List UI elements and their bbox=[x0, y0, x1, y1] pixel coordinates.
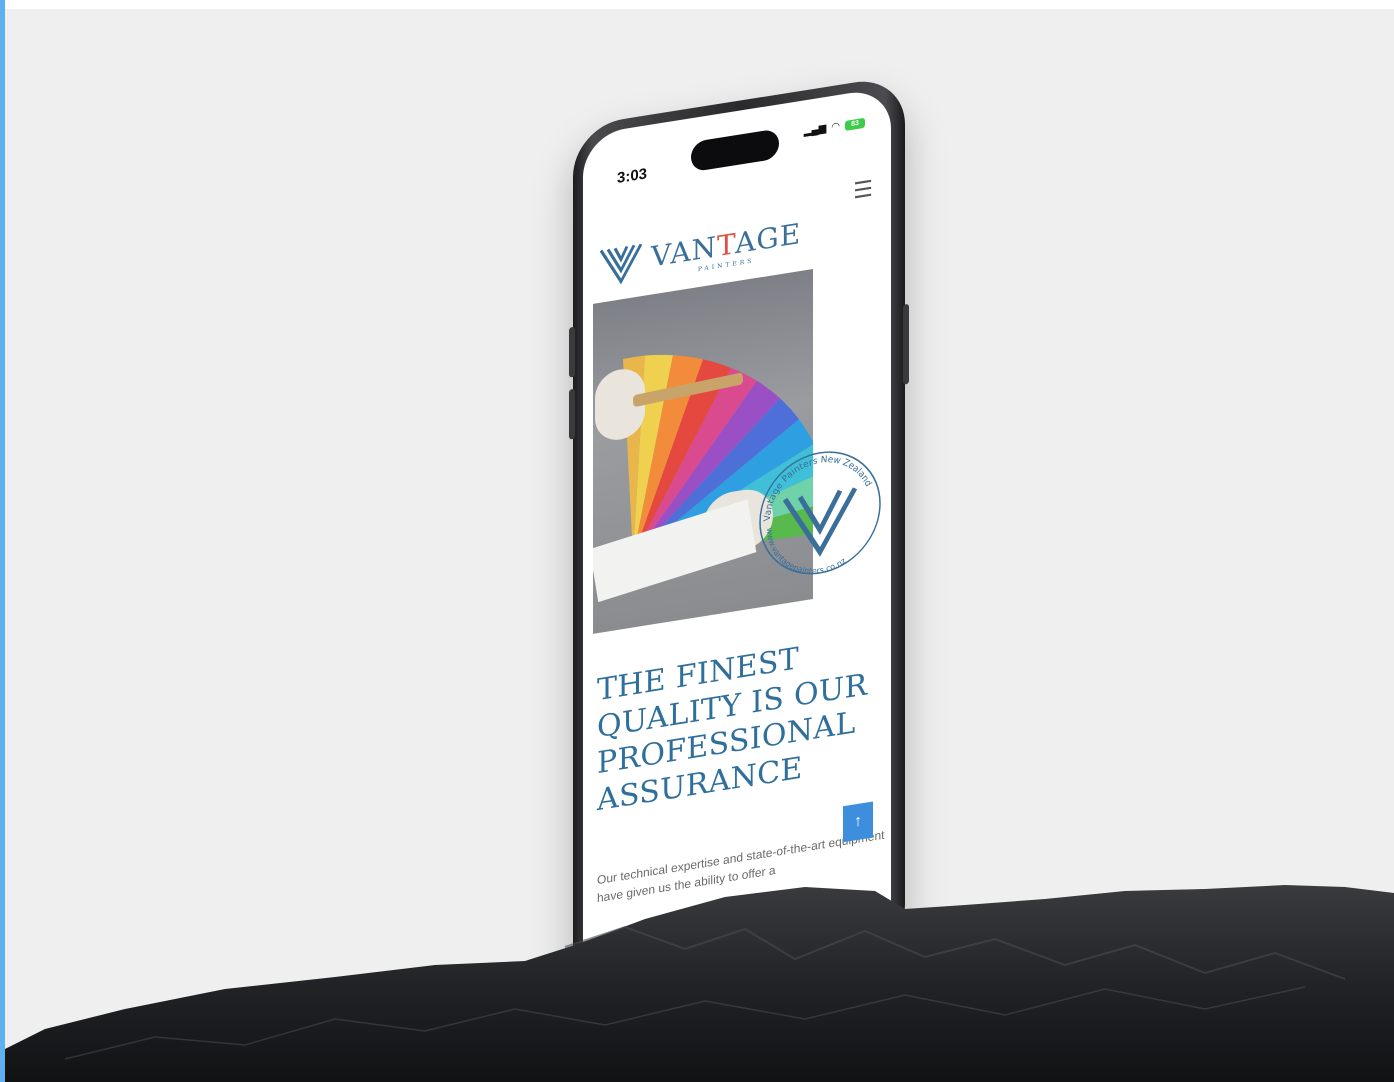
phone-screen: 3:03 ▂▄▆ ◠ 83 ☰ VANTAGE PAINTERS Vantage… bbox=[583, 86, 891, 996]
circular-stamp-logo: Vantage Painters New Zealand www.vantage… bbox=[759, 447, 881, 584]
wifi-icon: ◠ bbox=[831, 120, 840, 134]
volume-down-button bbox=[569, 388, 575, 440]
power-button bbox=[903, 303, 909, 385]
back-to-top-button[interactable]: ↑ bbox=[843, 801, 873, 843]
top-edge-strip bbox=[5, 0, 1394, 9]
hamburger-menu-icon[interactable]: ☰ bbox=[853, 175, 873, 204]
dark-rock-surface bbox=[5, 885, 1394, 1082]
status-time: 3:03 bbox=[617, 165, 648, 188]
mockup-stage: 3:03 ▂▄▆ ◠ 83 ☰ VANTAGE PAINTERS Vantage… bbox=[5, 9, 1394, 1082]
arrow-up-icon: ↑ bbox=[854, 812, 862, 831]
dynamic-island bbox=[691, 128, 779, 173]
phone-mockup: 3:03 ▂▄▆ ◠ 83 ☰ VANTAGE PAINTERS Vantage… bbox=[569, 74, 909, 1007]
brand-accent-letter: T bbox=[717, 227, 736, 264]
battery-icon: 83 bbox=[845, 117, 865, 131]
logo-wordmark: VANTAGE PAINTERS bbox=[651, 217, 801, 281]
status-indicators: ▂▄▆ ◠ 83 bbox=[803, 117, 865, 138]
logo-chevron-icon bbox=[599, 243, 643, 285]
cellular-signal-icon: ▂▄▆ bbox=[803, 122, 827, 138]
volume-up-button bbox=[569, 326, 575, 378]
hero-headline: THE FINEST QUALITY IS OUR PROFESSIONAL A… bbox=[597, 641, 868, 818]
